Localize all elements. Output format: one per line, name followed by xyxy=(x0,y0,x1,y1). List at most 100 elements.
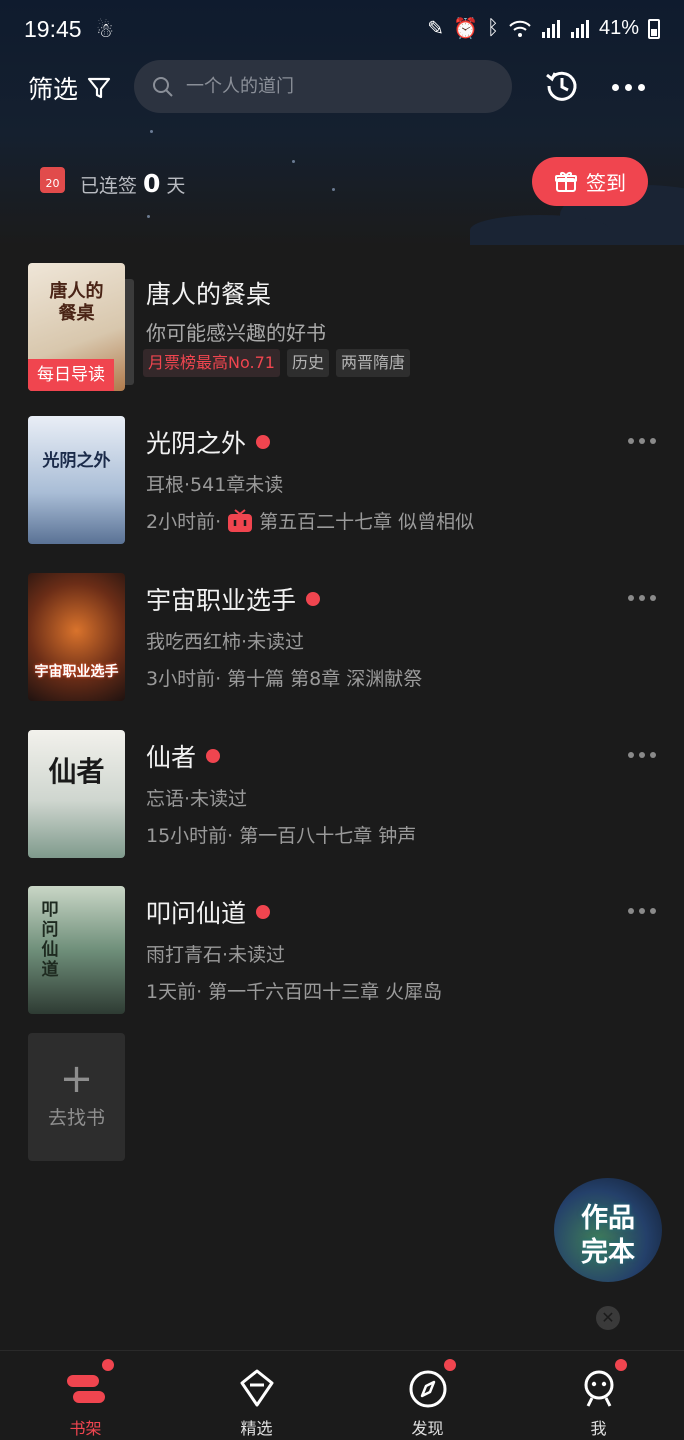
book-title: 唐人的餐桌 xyxy=(146,275,271,311)
book-author-status: 耳根·541章未读 xyxy=(146,474,284,496)
notification-dot xyxy=(444,1359,456,1371)
book-cover[interactable]: 光阴之外 xyxy=(28,416,125,544)
cover-title: 宇宙职业选手 xyxy=(34,664,119,680)
tab-bookshelf[interactable]: 书架 xyxy=(0,1351,171,1440)
plus-icon: + xyxy=(59,1056,94,1102)
book-latest: 2小时前· 第五百二十七章 似曾相似 xyxy=(146,507,474,534)
search-input[interactable] xyxy=(186,76,486,97)
wifi-icon xyxy=(509,20,531,37)
close-icon[interactable]: ✕ xyxy=(596,1306,620,1330)
streak-suffix: 天 xyxy=(166,175,186,197)
latest-chapter: 第十篇 第8章 深渊献祭 xyxy=(227,668,423,690)
bookshelf-icon xyxy=(67,1375,105,1403)
tab-label: 精选 xyxy=(240,1419,273,1438)
battery-percent: 41% xyxy=(598,17,639,39)
history-icon[interactable] xyxy=(544,68,580,104)
notification-dot xyxy=(615,1359,627,1371)
edit-pen-icon: ✎ xyxy=(427,18,445,40)
book-title: 宇宙职业选手 xyxy=(146,581,321,617)
cover-title: 叩问仙道 xyxy=(41,900,59,980)
search-icon xyxy=(153,76,173,97)
update-time: 1天前· xyxy=(146,981,203,1003)
filter-button[interactable]: 筛选 xyxy=(28,70,112,106)
signal-icon-2 xyxy=(570,19,589,38)
book-more-icon[interactable] xyxy=(628,908,656,914)
bottom-tab-bar: 书架 精选 发现 我 xyxy=(0,1350,684,1440)
book-item[interactable]: 光阴之外 光阴之外 耳根·541章未读 2小时前· 第五百二十七章 似曾相似 xyxy=(0,416,684,546)
streak-prefix: 已连签 xyxy=(80,175,138,197)
find-book-label: 去找书 xyxy=(47,1107,105,1129)
book-author-status: 我吃西红柿·未读过 xyxy=(146,631,305,653)
book-latest: 1天前· 第一千六百四十三章 火犀岛 xyxy=(146,977,442,1004)
status-icons: ✎ ⏰ ᛒ 41% xyxy=(427,16,660,41)
daily-guide-badge: 每日导读 xyxy=(28,359,114,391)
book-more-icon[interactable] xyxy=(628,752,656,758)
update-dot xyxy=(206,749,221,763)
book-title-text: 仙者 xyxy=(146,743,197,772)
filter-label: 筛选 xyxy=(28,75,79,104)
update-time: 2小时前· xyxy=(146,511,222,533)
latest-chapter: 第五百二十七章 似曾相似 xyxy=(259,511,475,533)
book-cover[interactable]: 仙者 xyxy=(28,730,125,858)
book-item[interactable]: 仙者 仙者 忘语·未读过 15小时前· 第一百八十七章 钟声 xyxy=(0,730,684,860)
book-title-text: 叩问仙道 xyxy=(146,899,247,928)
latest-chapter: 第一百八十七章 钟声 xyxy=(239,825,417,847)
streak-days: 0 xyxy=(143,169,161,198)
notification-dot xyxy=(102,1359,114,1371)
book-more-icon[interactable] xyxy=(628,438,656,444)
top-header: 筛选 xyxy=(0,60,684,116)
calendar-day: 20 xyxy=(45,177,60,190)
book-item[interactable]: 叩问仙道 叩问仙道 雨打青石·未读过 1天前· 第一千六百四十三章 火犀岛 xyxy=(0,886,684,1016)
completed-works-badge[interactable]: 作品 完本 xyxy=(554,1178,662,1282)
book-more-icon[interactable] xyxy=(628,595,656,601)
diamond-icon xyxy=(240,1369,274,1407)
badge-line-2: 完本 xyxy=(581,1237,635,1268)
streak-text: 已连签 0 天 xyxy=(80,169,185,198)
book-cover[interactable]: 宇宙职业选手 xyxy=(28,573,125,701)
funnel-icon xyxy=(87,77,111,99)
book-item[interactable]: 宇宙职业选手 宇宙职业选手 我吃西红柿·未读过 3小时前· 第十篇 第8章 深渊… xyxy=(0,573,684,703)
latest-chapter: 第一千六百四十三章 火犀岛 xyxy=(208,981,443,1003)
update-dot xyxy=(256,905,271,919)
book-title-text: 宇宙职业选手 xyxy=(146,586,297,615)
update-time: 15小时前· xyxy=(146,825,234,847)
status-time: 19:45 xyxy=(24,16,82,42)
tv-icon xyxy=(228,508,253,532)
book-title-text: 光阴之外 xyxy=(146,429,247,458)
snapchat-icon: ☃ xyxy=(96,18,114,42)
tab-label: 书架 xyxy=(69,1419,102,1438)
book-tags: 月票榜最高No.71 历史 两晋隋唐 xyxy=(143,349,410,377)
rank-tag: 月票榜最高No.71 xyxy=(143,349,280,377)
battery-icon xyxy=(648,18,660,39)
book-author-status: 雨打青石·未读过 xyxy=(146,944,286,966)
sign-in-row: 20 已连签 0 天 签到 xyxy=(0,155,684,210)
tab-label: 我 xyxy=(590,1419,607,1438)
status-bar: 19:45 ☃ ✎ ⏰ ᛒ 41% xyxy=(0,0,684,62)
cover-title: 光阴之外 xyxy=(42,451,111,471)
tab-discover[interactable]: 发现 xyxy=(342,1351,513,1440)
book-author-status: 忘语·未读过 xyxy=(146,788,248,810)
book-latest: 15小时前· 第一百八十七章 钟声 xyxy=(146,821,416,848)
signal-icon xyxy=(541,19,560,38)
more-options-icon[interactable] xyxy=(612,84,645,91)
profile-icon xyxy=(584,1370,614,1407)
book-title: 叩问仙道 xyxy=(146,894,271,930)
book-cover[interactable]: 叩问仙道 xyxy=(28,886,125,1014)
gift-icon xyxy=(555,171,577,192)
featured-book[interactable]: 唐人的餐桌 每日导读 唐人的餐桌 你可能感兴趣的好书 月票榜最高No.71 历史… xyxy=(0,263,684,393)
tab-me[interactable]: 我 xyxy=(513,1351,684,1440)
update-time: 3小时前· xyxy=(146,668,222,690)
compass-icon xyxy=(409,1370,447,1408)
update-dot xyxy=(256,435,271,449)
sign-in-button[interactable]: 签到 xyxy=(532,157,648,206)
book-title: 仙者 xyxy=(146,738,221,774)
genre-tag: 历史 xyxy=(286,349,329,377)
tab-featured[interactable]: 精选 xyxy=(171,1351,342,1440)
cover-title: 仙者 xyxy=(48,755,105,788)
book-title: 光阴之外 xyxy=(146,424,271,460)
book-latest: 3小时前· 第十篇 第8章 深渊献祭 xyxy=(146,664,422,691)
cover-title: 唐人的餐桌 xyxy=(49,281,104,324)
search-bar[interactable] xyxy=(134,60,512,113)
find-book-button[interactable]: + 去找书 xyxy=(28,1033,125,1161)
book-cover[interactable]: 唐人的餐桌 每日导读 xyxy=(28,263,125,391)
